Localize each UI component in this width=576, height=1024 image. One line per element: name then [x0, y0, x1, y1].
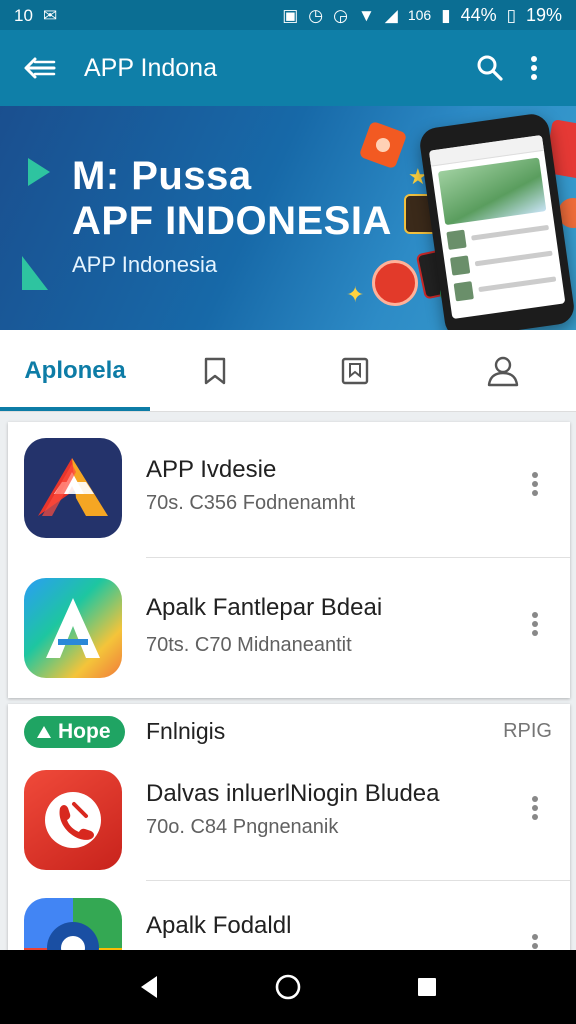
- tab-label: Aplonela: [24, 356, 126, 384]
- status-bar: 10 ✉ ▣ ◷ ◶ ▼ ◢ 106 ▮ 44% ▯ 19%: [0, 0, 576, 30]
- app-name: Apalk Fodaldl: [146, 912, 292, 939]
- tab-saved[interactable]: [280, 330, 430, 411]
- signal-icon: ◢: [384, 5, 398, 25]
- status-left: 10 ✉: [14, 7, 57, 24]
- battery-icon: ▮: [441, 5, 451, 25]
- banner-heading-line2: APF INDONESIA: [72, 199, 392, 243]
- app-list-card: APP Ivdesie 70s. C356 Fodnenamht Apalk F…: [8, 422, 570, 698]
- app-section-card: Hope Fnlnigis RPIG Dalvas inluerlNiogin …: [8, 704, 570, 954]
- section-title: Fnlnigis: [146, 718, 226, 744]
- phone-screen: [428, 134, 566, 320]
- system-nav-bar: [0, 950, 576, 1024]
- decor-red-circle: [372, 260, 418, 306]
- battery-text: 44%: [460, 4, 497, 25]
- app-red-a-icon: [24, 438, 122, 538]
- alarm-icon: ◷: [308, 5, 324, 25]
- app-meta: 70o. C84 Pngnenanik: [146, 816, 339, 838]
- decor-triangle: [22, 256, 48, 290]
- nav-recents-button[interactable]: [397, 957, 457, 1017]
- list-item[interactable]: Apalk Fodaldl: [8, 888, 570, 954]
- star-icon: ✦: [346, 282, 365, 307]
- bookmark-icon: [204, 357, 226, 384]
- app-red-phone-icon: [24, 770, 122, 870]
- overflow-menu-button[interactable]: [512, 46, 556, 90]
- section-more-link[interactable]: RPIG: [503, 720, 552, 743]
- tab-active-indicator: [0, 407, 150, 411]
- divider: [146, 557, 570, 558]
- search-button[interactable]: [468, 46, 512, 90]
- app-bar: APP Indona: [0, 30, 576, 106]
- clock-icon: ◶: [333, 5, 348, 25]
- section-header: Hope Fnlnigis RPIG: [8, 704, 570, 756]
- divider: [146, 880, 570, 881]
- back-arrow-icon: [24, 57, 56, 79]
- back-button[interactable]: [20, 48, 60, 88]
- list-item[interactable]: APP Ivdesie 70s. C356 Fodnenamht: [8, 422, 570, 556]
- section-chip: Hope: [24, 716, 125, 748]
- bookmark-icon: [341, 357, 369, 384]
- list-item[interactable]: Dalvas inluerlNiogin Bludea 70o. C84 Png…: [8, 754, 570, 888]
- vibrate-icon: ▣: [282, 5, 299, 25]
- home-circle-icon: [275, 974, 301, 1000]
- mail-icon: ✉: [42, 5, 58, 25]
- more-vert-icon: [532, 796, 538, 820]
- app-rainbow-a-icon: [24, 578, 122, 678]
- person-icon: [487, 356, 519, 386]
- app-meta: 70s. C356 Fodnenamht: [146, 492, 356, 514]
- wifi-icon: ▼: [357, 5, 375, 25]
- more-vert-icon: [532, 472, 538, 496]
- list-item[interactable]: Apalk Fantlepar Bdeai 70ts. C70 Midnanea…: [8, 562, 570, 696]
- decor-app-tile: [376, 138, 390, 152]
- banner-subheading: APP Indonesia: [72, 252, 218, 277]
- battery-percent: 19%: [525, 4, 562, 25]
- tab-account[interactable]: [430, 330, 576, 411]
- decor-triangle: [28, 158, 50, 186]
- tab-bar: Aplonela: [0, 330, 576, 412]
- app-name: Dalvas inluerlNiogin Bludea: [146, 780, 440, 807]
- app-meta: 70ts. C70 Midnaneantit: [146, 634, 352, 656]
- nav-home-button[interactable]: [258, 957, 318, 1017]
- more-options-button[interactable]: [520, 786, 550, 830]
- triangle-icon: [37, 726, 51, 738]
- app-bar-title: APP Indona: [84, 53, 217, 82]
- more-vert-icon: [532, 612, 538, 636]
- data-text: 106: [407, 7, 432, 23]
- sd-icon: ▯: [506, 5, 516, 25]
- app-name: Apalk Fantlepar Bdeai: [146, 594, 383, 621]
- app-multicolor-icon: [24, 898, 122, 954]
- nav-back-button[interactable]: [119, 957, 179, 1017]
- chip-label: Hope: [58, 720, 111, 743]
- more-options-button[interactable]: [520, 462, 550, 506]
- search-icon: [477, 55, 503, 81]
- notification-icon: 10: [14, 5, 33, 25]
- app-name: APP Ivdesie: [146, 456, 277, 483]
- back-triangle-icon: [141, 976, 158, 998]
- more-vert-icon: [531, 56, 537, 80]
- more-options-button[interactable]: [520, 602, 550, 646]
- recents-square-icon: [417, 978, 436, 996]
- tab-apps[interactable]: Aplonela: [0, 330, 150, 411]
- tab-bookmarks[interactable]: [150, 330, 280, 411]
- status-right: ▣ ◷ ◶ ▼ ◢ 106 ▮ 44% ▯ 19%: [282, 5, 562, 26]
- banner-heading-line1: M: Pussa: [72, 154, 252, 198]
- promo-banner[interactable]: M: Pussa APF INDONESIA APP Indonesia ★ ✦: [0, 106, 576, 330]
